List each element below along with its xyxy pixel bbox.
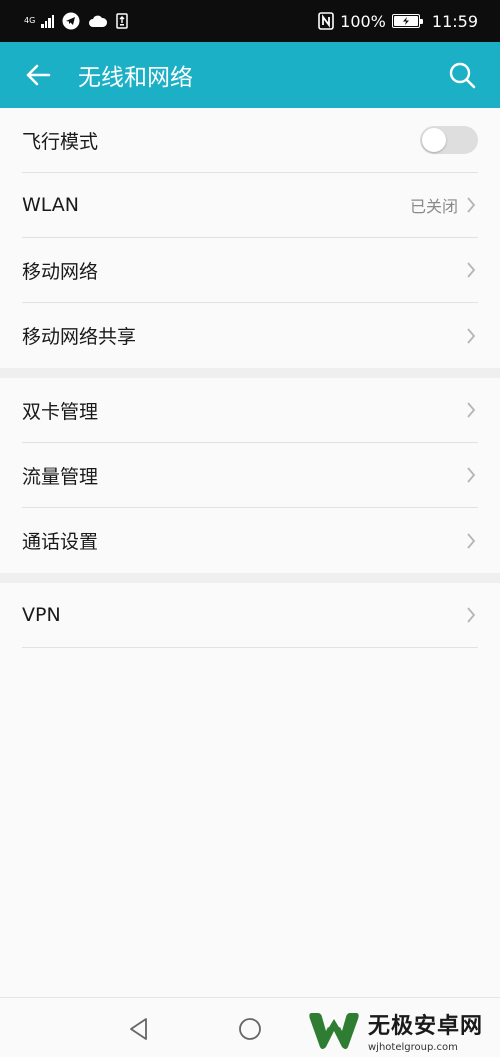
battery-percent: 100% bbox=[340, 11, 386, 31]
search-icon bbox=[449, 62, 476, 89]
sim-card-icon bbox=[116, 13, 129, 29]
setting-vpn[interactable]: VPN bbox=[22, 583, 478, 648]
chevron-right-icon bbox=[464, 605, 478, 625]
settings-group-network: 飞行模式 WLAN 已关闭 移动网络 移动网络共享 bbox=[0, 108, 500, 368]
setting-label: 移动网络 bbox=[22, 260, 99, 283]
back-button[interactable] bbox=[10, 42, 66, 108]
setting-label: 双卡管理 bbox=[22, 400, 99, 423]
setting-dual-sim[interactable]: 双卡管理 bbox=[22, 378, 478, 443]
settings-group-sim: 双卡管理 流量管理 通话设置 bbox=[0, 378, 500, 573]
setting-label: 通话设置 bbox=[22, 531, 99, 553]
page-title: 无线和网络 bbox=[78, 65, 193, 91]
setting-label: 移动网络共享 bbox=[22, 326, 137, 348]
network-type: 4G bbox=[24, 17, 35, 25]
watermark-main: 无极安卓网 bbox=[368, 1013, 484, 1039]
nav-home-icon[interactable] bbox=[237, 1016, 263, 1042]
status-left: 4G bbox=[24, 12, 129, 30]
chevron-right-icon bbox=[464, 400, 478, 420]
chevron-right-icon bbox=[464, 465, 478, 485]
status-right: 100% 11:59 bbox=[318, 12, 478, 31]
wlan-status: 已关闭 bbox=[409, 197, 458, 216]
status-bar: 4G 100% 11:59 bbox=[0, 0, 500, 42]
watermark-logo-icon bbox=[309, 1013, 359, 1049]
setting-airplane-mode[interactable]: 飞行模式 bbox=[22, 108, 478, 173]
chevron-right-icon bbox=[464, 260, 478, 280]
section-divider bbox=[0, 368, 500, 378]
setting-label: VPN bbox=[22, 604, 61, 626]
arrow-left-icon bbox=[26, 64, 51, 86]
search-button[interactable] bbox=[434, 42, 490, 108]
setting-call-settings[interactable]: 通话设置 bbox=[22, 508, 478, 573]
chevron-right-icon bbox=[464, 326, 478, 346]
app-bar: 无线和网络 bbox=[0, 42, 500, 108]
nav-back-icon[interactable] bbox=[126, 1016, 152, 1042]
clock: 11:59 bbox=[431, 11, 478, 31]
setting-data-usage[interactable]: 流量管理 bbox=[22, 443, 478, 508]
watermark: 无极安卓网 wjhotelgroup.com bbox=[306, 1003, 500, 1057]
setting-wlan[interactable]: WLAN 已关闭 bbox=[22, 173, 478, 238]
network-type-label: 4G bbox=[24, 16, 36, 25]
chevron-right-icon bbox=[464, 195, 478, 215]
chevron-right-icon bbox=[464, 531, 478, 551]
setting-label: 流量管理 bbox=[22, 465, 99, 488]
airplane-mode-toggle[interactable] bbox=[420, 126, 478, 154]
watermark-text: 无极安卓网 wjhotelgroup.com bbox=[368, 1008, 483, 1053]
battery-icon bbox=[391, 14, 423, 28]
setting-label: WLAN bbox=[22, 194, 80, 216]
cloud-icon bbox=[89, 15, 108, 27]
setting-tethering[interactable]: 移动网络共享 bbox=[22, 303, 478, 368]
settings-group-vpn: VPN bbox=[0, 583, 500, 648]
section-divider bbox=[0, 573, 500, 583]
toggle-knob bbox=[422, 128, 446, 152]
nfc-icon bbox=[318, 12, 334, 30]
setting-mobile-network[interactable]: 移动网络 bbox=[22, 238, 478, 303]
telegram-icon bbox=[62, 12, 80, 30]
settings-list: 飞行模式 WLAN 已关闭 移动网络 移动网络共享 双卡管理 流量管理 通话设置… bbox=[0, 108, 500, 648]
watermark-sub: wjhotelgroup.com bbox=[368, 1041, 458, 1053]
setting-label: 飞行模式 bbox=[22, 130, 99, 153]
signal-icon bbox=[41, 14, 55, 28]
setting-right: 已关闭 bbox=[410, 193, 478, 217]
